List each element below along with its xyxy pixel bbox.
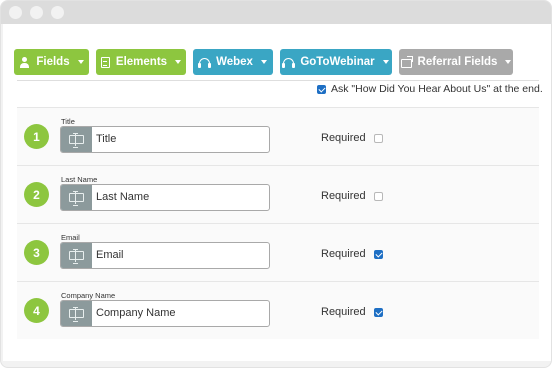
- required-toggle: Required: [321, 190, 383, 202]
- fields-dropdown-button[interactable]: Fields: [14, 49, 89, 75]
- field-order-badge[interactable]: 3: [24, 240, 49, 265]
- field-type-tag[interactable]: [61, 301, 92, 326]
- user-icon: [19, 56, 30, 68]
- required-checkbox[interactable]: [373, 307, 383, 317]
- last-name-field[interactable]: Last Name: [60, 184, 270, 211]
- chevron-down-icon: [382, 60, 389, 64]
- required-checkbox[interactable]: [373, 191, 383, 201]
- form-fields-list: 1 Title Title Required 2 Last Name Last …: [17, 107, 539, 339]
- window-close-dot[interactable]: [9, 6, 22, 19]
- how-did-you-hear-checkbox[interactable]: [317, 84, 326, 94]
- webex-dropdown-button[interactable]: Webex: [193, 49, 273, 75]
- browser-window: Fields Elements Webex GoToWebinar Referr: [0, 0, 552, 368]
- required-checkbox[interactable]: [373, 249, 383, 259]
- title-field[interactable]: Title: [60, 126, 270, 153]
- required-label: Required: [321, 248, 366, 260]
- field-order-badge[interactable]: 4: [24, 298, 49, 323]
- field-type-tag[interactable]: [61, 127, 92, 152]
- window-titlebar: [1, 1, 551, 24]
- field-label: Email: [61, 233, 80, 242]
- elements-dropdown-button[interactable]: Elements: [96, 49, 186, 75]
- chevron-down-icon: [260, 60, 267, 64]
- window-minimize-dot[interactable]: [30, 6, 43, 19]
- chevron-down-icon: [175, 60, 182, 64]
- headset-icon: [282, 57, 296, 68]
- text-field-icon: [69, 307, 84, 322]
- field-order-badge[interactable]: 2: [24, 182, 49, 207]
- field-value: Title: [96, 133, 117, 145]
- how-did-you-hear-label: Ask "How Did You Hear About Us" at the e…: [331, 83, 543, 95]
- chevron-down-icon: [505, 60, 512, 64]
- how-did-you-hear-option: Ask "How Did You Hear About Us" at the e…: [317, 83, 543, 95]
- field-value: Email: [96, 249, 124, 261]
- gotowebinar-button-label: GoToWebinar: [300, 56, 375, 68]
- field-type-tag[interactable]: [61, 243, 92, 268]
- form-field-row: 4 Company Name Company Name Required: [17, 281, 539, 339]
- window-maximize-dot[interactable]: [51, 6, 64, 19]
- company-name-field[interactable]: Company Name: [60, 300, 270, 327]
- required-label: Required: [321, 306, 366, 318]
- required-label: Required: [321, 132, 366, 144]
- required-toggle: Required: [321, 248, 383, 260]
- text-field-icon: [69, 191, 84, 206]
- toolbar-divider: [17, 80, 539, 81]
- required-label: Required: [321, 190, 366, 202]
- required-toggle: Required: [321, 132, 383, 144]
- field-label: Last Name: [61, 175, 98, 184]
- field-type-tag[interactable]: [61, 185, 92, 210]
- text-field-icon: [69, 249, 84, 264]
- webex-button-label: Webex: [216, 56, 253, 68]
- form-field-row: 3 Email Email Required: [17, 223, 539, 281]
- referral-fields-dropdown-button[interactable]: Referral Fields: [399, 49, 513, 75]
- form-field-row: 2 Last Name Last Name Required: [17, 165, 539, 223]
- field-label: Title: [61, 117, 75, 126]
- headset-icon: [198, 57, 212, 68]
- required-checkbox[interactable]: [373, 133, 383, 143]
- field-label: Company Name: [61, 291, 116, 300]
- referral-fields-button-label: Referral Fields: [417, 56, 498, 68]
- chevron-down-icon: [77, 60, 84, 64]
- form-field-row: 1 Title Title Required: [17, 107, 539, 165]
- email-field[interactable]: Email: [60, 242, 270, 269]
- field-value: Company Name: [96, 307, 176, 319]
- elements-button-label: Elements: [115, 56, 168, 68]
- gotowebinar-dropdown-button[interactable]: GoToWebinar: [280, 49, 392, 75]
- required-toggle: Required: [321, 306, 383, 318]
- text-field-icon: [69, 133, 84, 148]
- share-icon: [400, 55, 413, 68]
- field-order-badge[interactable]: 1: [24, 124, 49, 149]
- fields-button-label: Fields: [36, 56, 70, 68]
- field-value: Last Name: [96, 191, 150, 203]
- document-icon: [100, 56, 110, 68]
